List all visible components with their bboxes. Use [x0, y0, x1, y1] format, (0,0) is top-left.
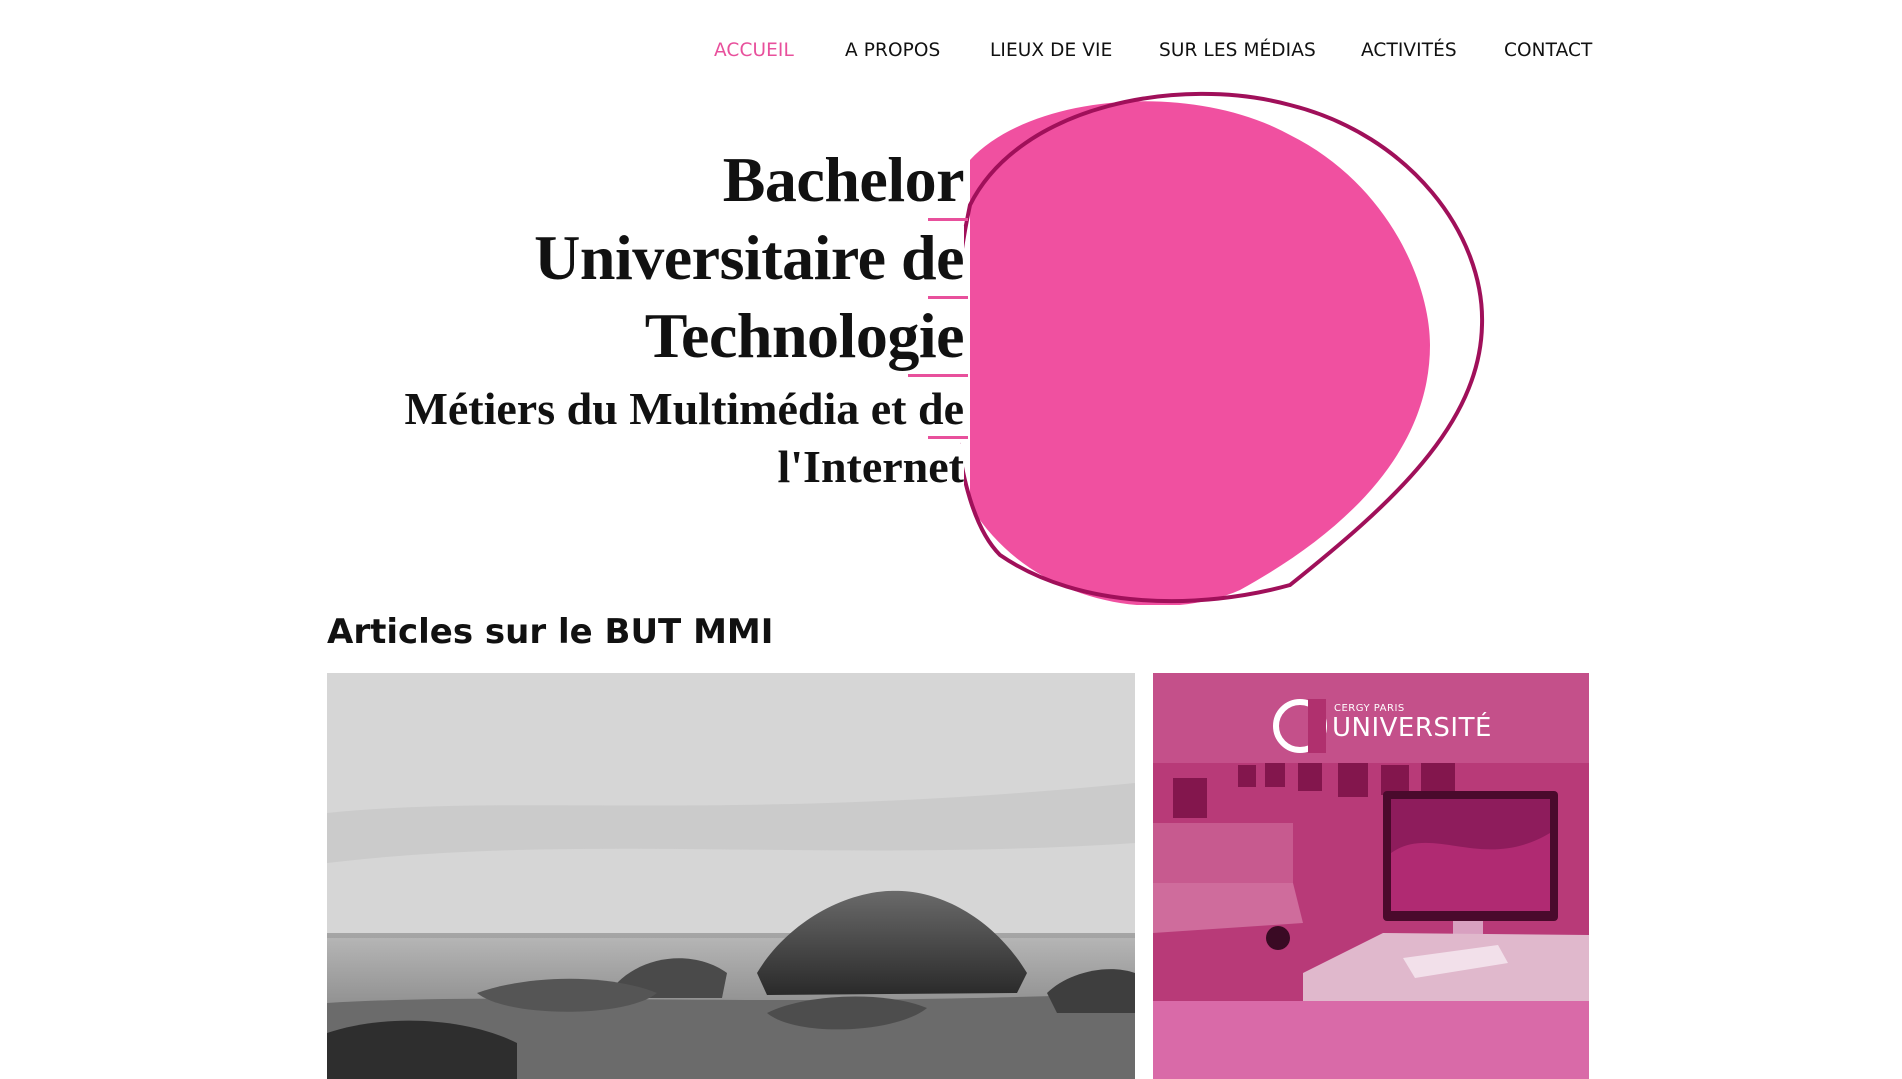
hero-title: Bachelor Universitaire de Technologie Mé… [404, 144, 968, 492]
title-underline-1 [928, 218, 968, 221]
hero-subtitle-line-1: Métiers du Multimédia et de [404, 383, 964, 434]
nav-sur-les-medias[interactable]: SUR LES MÉDIAS [1159, 38, 1316, 64]
article-card-main[interactable] [327, 673, 1135, 1079]
hero-title-line-1: Bachelor [722, 144, 965, 215]
nav-accueil[interactable]: ACCUEIL [714, 38, 794, 64]
hero-blob-fill [970, 101, 1430, 605]
title-underline-3 [908, 374, 968, 377]
cy-universite-logo: CERGY PARIS UNIVERSITÉ [1272, 695, 1492, 757]
cy-logo-big-text: UNIVERSITÉ [1332, 713, 1492, 743]
title-underline-2 [928, 296, 968, 299]
nav-contact[interactable]: CONTACT [1504, 38, 1592, 64]
hero-title-line-3: Technologie [644, 300, 965, 371]
nav-lieux-de-vie[interactable]: LIEUX DE VIE [990, 38, 1112, 64]
nav-a-propos[interactable]: A PROPOS [845, 38, 940, 64]
nav-activites[interactable]: ACTIVITÉS [1361, 38, 1457, 64]
hero-blob-graphic [960, 91, 1485, 605]
cy-logo-mark-icon [1273, 699, 1327, 753]
seascape-image [327, 673, 1135, 1079]
subtitle-underline [928, 436, 968, 439]
hero-subtitle-line-2: l'Internet [777, 441, 964, 492]
hero-title-line-2: Universitaire de [534, 222, 964, 293]
articles-section-title: Articles sur le BUT MMI [327, 612, 774, 652]
